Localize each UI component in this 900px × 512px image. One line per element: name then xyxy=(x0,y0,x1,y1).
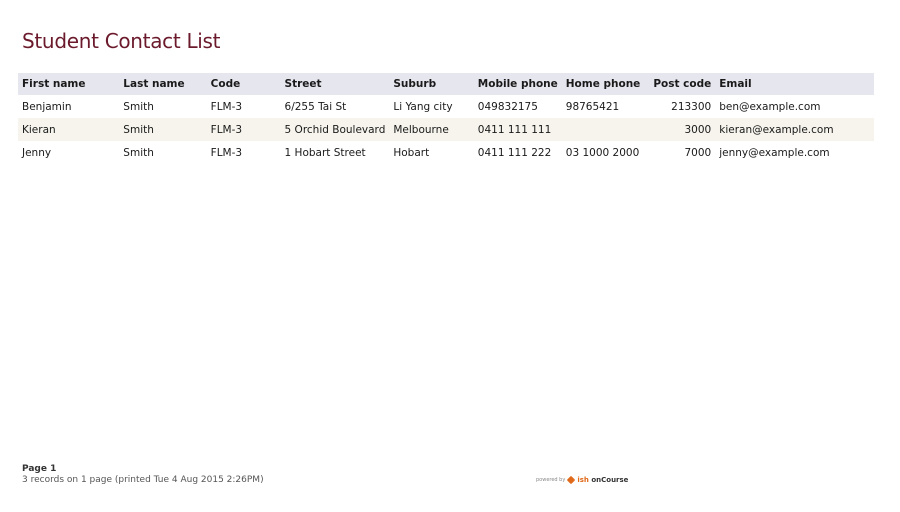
ish-logo-icon xyxy=(567,475,576,485)
cell-last-name: Smith xyxy=(123,100,154,113)
contact-table: First name Last name Code Street Suburb … xyxy=(18,73,874,164)
table-header-row: First name Last name Code Street Suburb … xyxy=(18,73,874,95)
cell-home-phone: 03 1000 2000 xyxy=(565,146,640,159)
cell-street: 5 Orchid Boulevard xyxy=(280,118,390,141)
report-footer: Page 1 3 records on 1 page (printed Tue … xyxy=(22,464,264,486)
cell-last-name: Smith xyxy=(123,146,154,159)
header-home-phone: Home phone xyxy=(561,73,650,95)
header-first-name: First name xyxy=(18,73,120,95)
header-street: Street xyxy=(280,73,390,95)
cell-mobile-phone: 0411 111 222 xyxy=(477,146,552,159)
cell-street: 6/255 Tai St xyxy=(284,100,347,113)
cell-suburb: Melbourne xyxy=(389,118,474,141)
cell-first-name: Benjamin xyxy=(22,100,72,113)
cell-suburb: Li Yang city xyxy=(393,100,453,113)
header-post-code: Post code xyxy=(649,73,716,95)
header-code: Code xyxy=(206,73,281,95)
cell-post-code: 213300 xyxy=(671,100,712,113)
report-title: Student Contact List xyxy=(22,29,221,53)
report-page: Student Contact List First name Last nam… xyxy=(0,0,900,512)
cell-mobile-phone: 0411 111 111 xyxy=(473,118,562,141)
header-suburb: Suburb xyxy=(389,73,474,95)
brand-name-ish: ish xyxy=(577,476,589,484)
table-row: Jenny Smith FLM-3 1 Hobart Street Hobart… xyxy=(18,141,874,164)
header-mobile-phone: Mobile phone xyxy=(473,73,562,95)
header-email: Email xyxy=(715,73,874,95)
cell-suburb: Hobart xyxy=(393,146,430,159)
cell-first-name: Jenny xyxy=(22,146,52,159)
brand-name: ish onCourse xyxy=(577,476,628,484)
cell-email: jenny@example.com xyxy=(719,146,830,159)
header-last-name: Last name xyxy=(119,73,207,95)
cell-post-code: 7000 xyxy=(684,146,712,159)
cell-email: ben@example.com xyxy=(719,100,821,113)
page-number: Page 1 xyxy=(22,464,57,474)
cell-last-name: Smith xyxy=(119,118,207,141)
cell-street: 1 Hobart Street xyxy=(284,146,366,159)
cell-home-phone xyxy=(561,118,650,141)
cell-email: kieran@example.com xyxy=(715,118,874,141)
cell-code: FLM-3 xyxy=(210,146,243,159)
table-row: Benjamin Smith FLM-3 6/255 Tai St Li Yan… xyxy=(18,95,874,118)
cell-post-code: 3000 xyxy=(649,118,716,141)
brand-name-oncourse: onCourse xyxy=(591,476,629,484)
cell-code: FLM-3 xyxy=(206,118,281,141)
cell-mobile-phone: 049832175 xyxy=(477,100,538,113)
cell-code: FLM-3 xyxy=(210,100,243,113)
table-row: Kieran Smith FLM-3 5 Orchid Boulevard Me… xyxy=(18,118,874,141)
powered-by-badge: powered by ish onCourse xyxy=(536,475,628,485)
powered-by-label: powered by xyxy=(536,477,566,483)
cell-first-name: Kieran xyxy=(18,118,120,141)
records-summary: 3 records on 1 page (printed Tue 4 Aug 2… xyxy=(22,475,264,485)
cell-home-phone: 98765421 xyxy=(565,100,620,113)
